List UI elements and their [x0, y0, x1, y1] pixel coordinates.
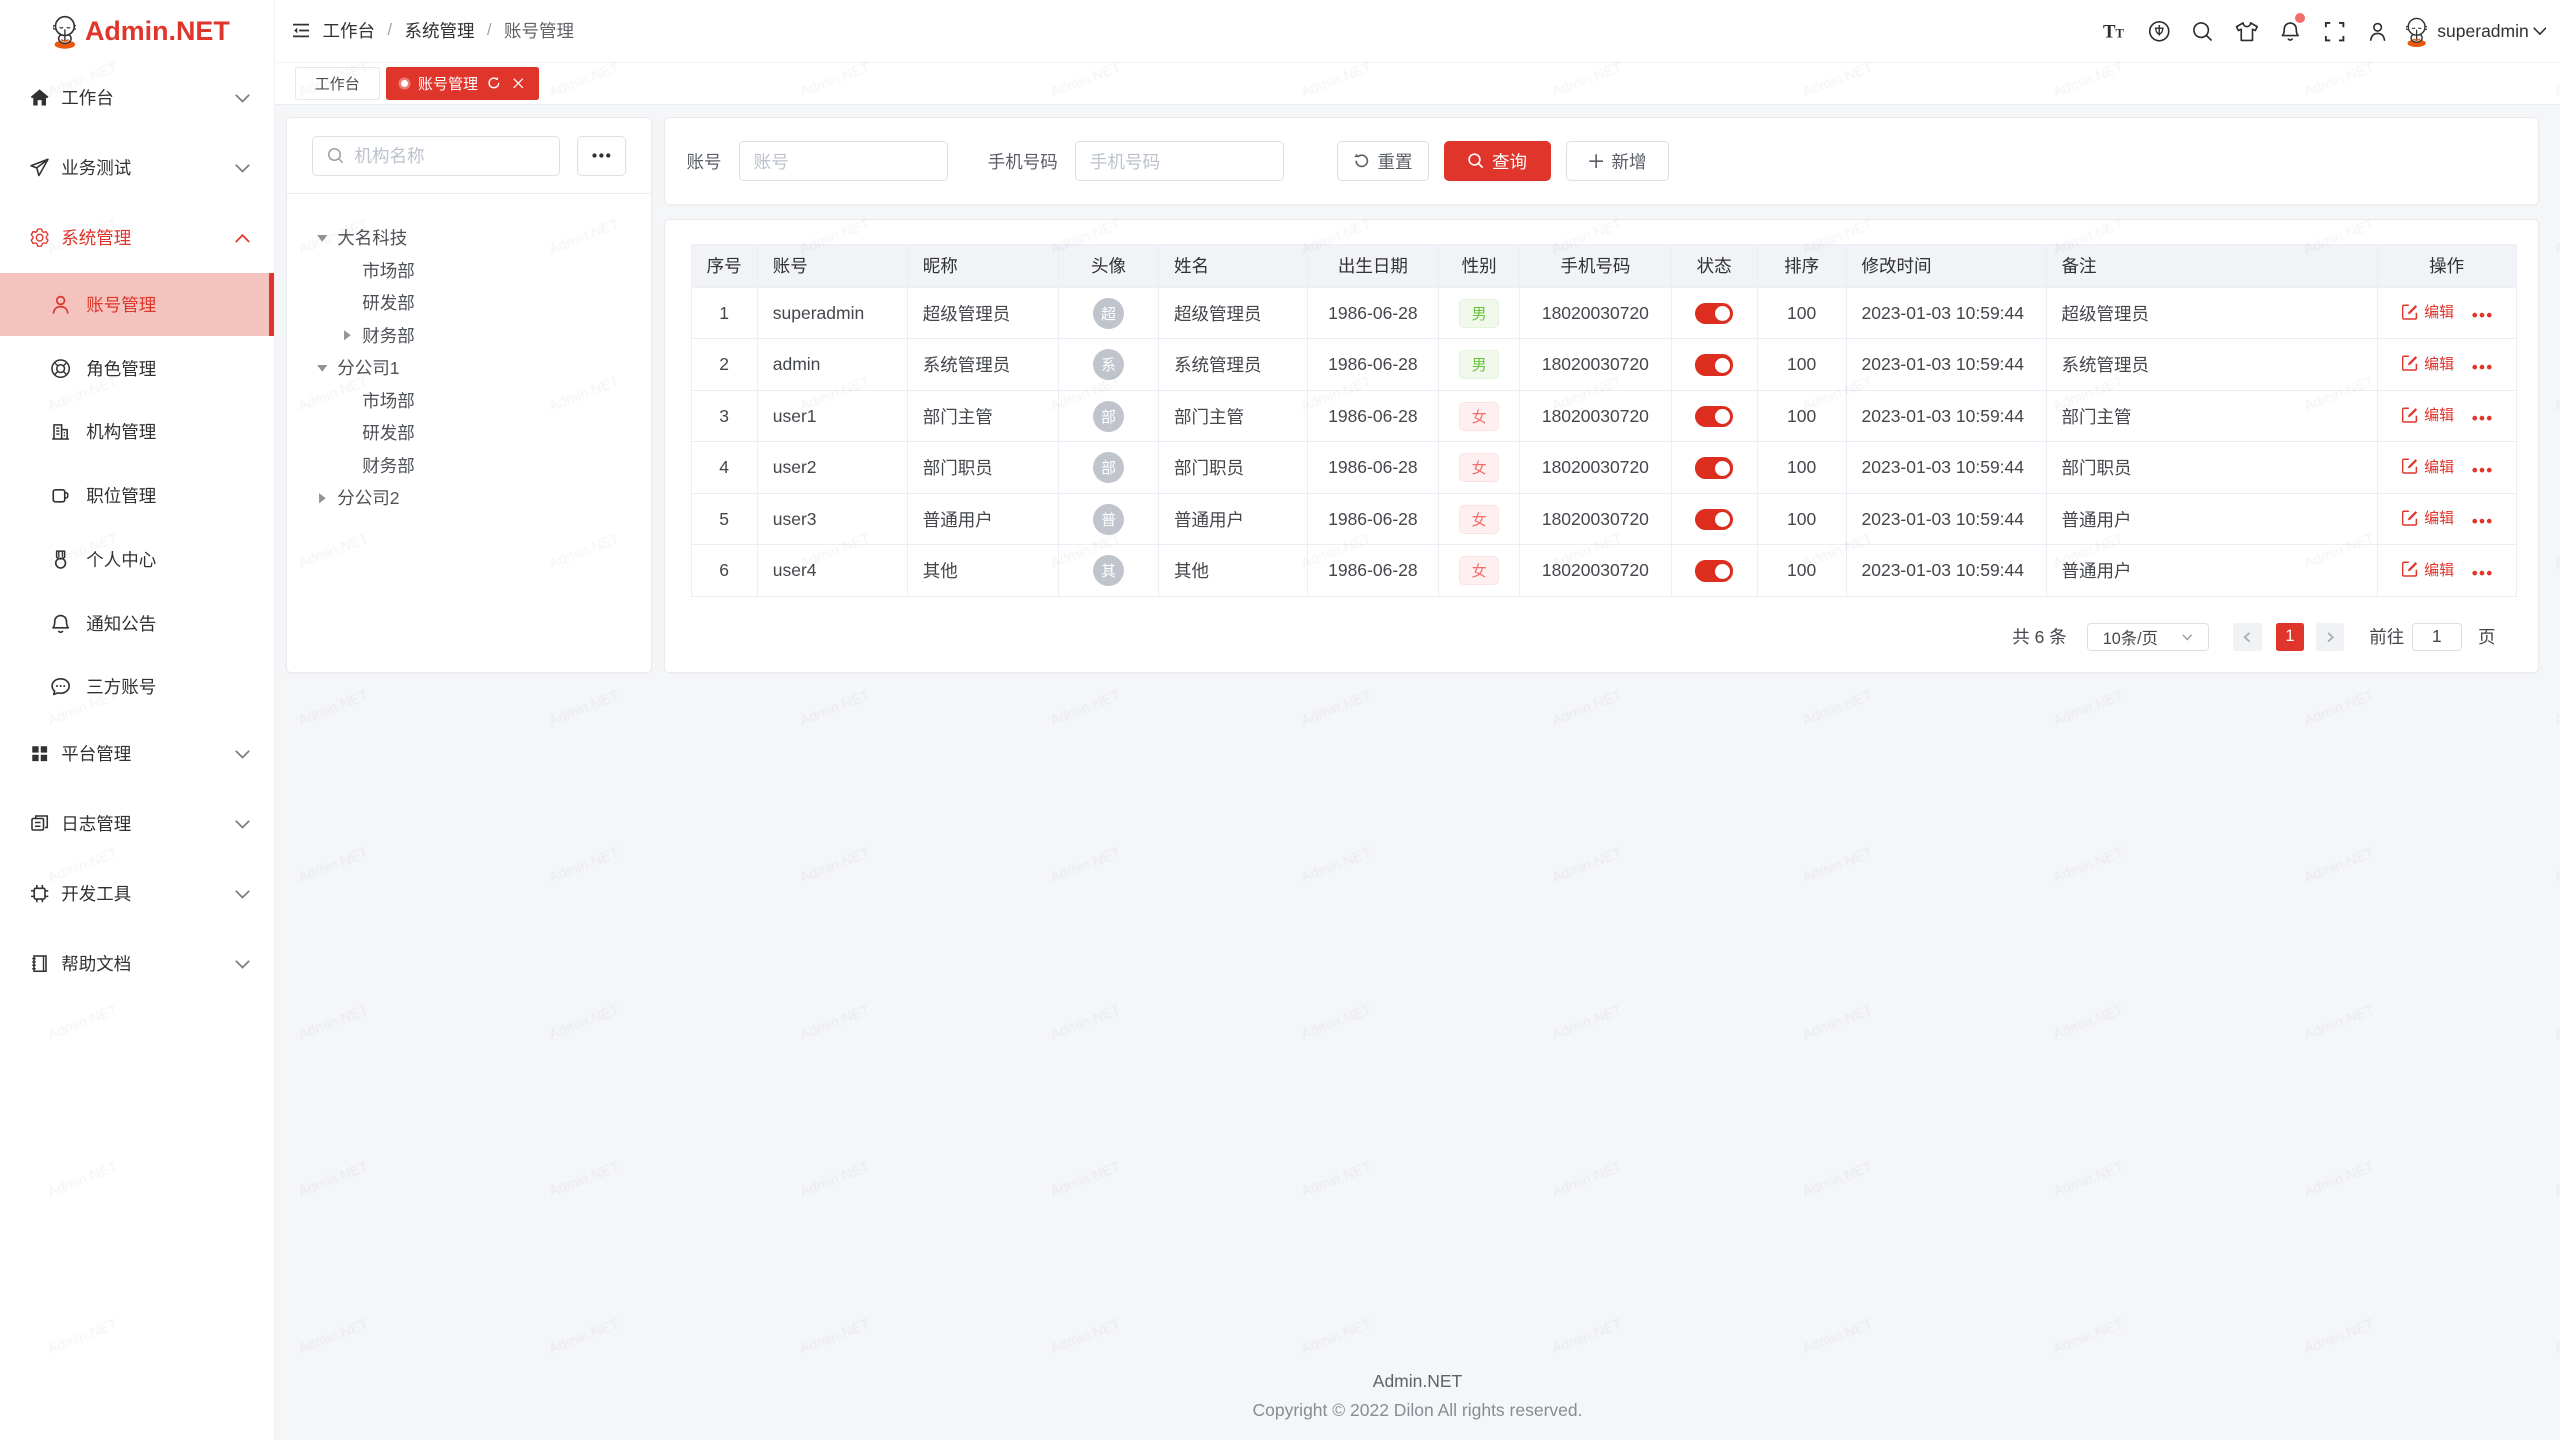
svg-text:T: T — [2103, 22, 2116, 42]
svg-text:T: T — [2115, 27, 2124, 41]
